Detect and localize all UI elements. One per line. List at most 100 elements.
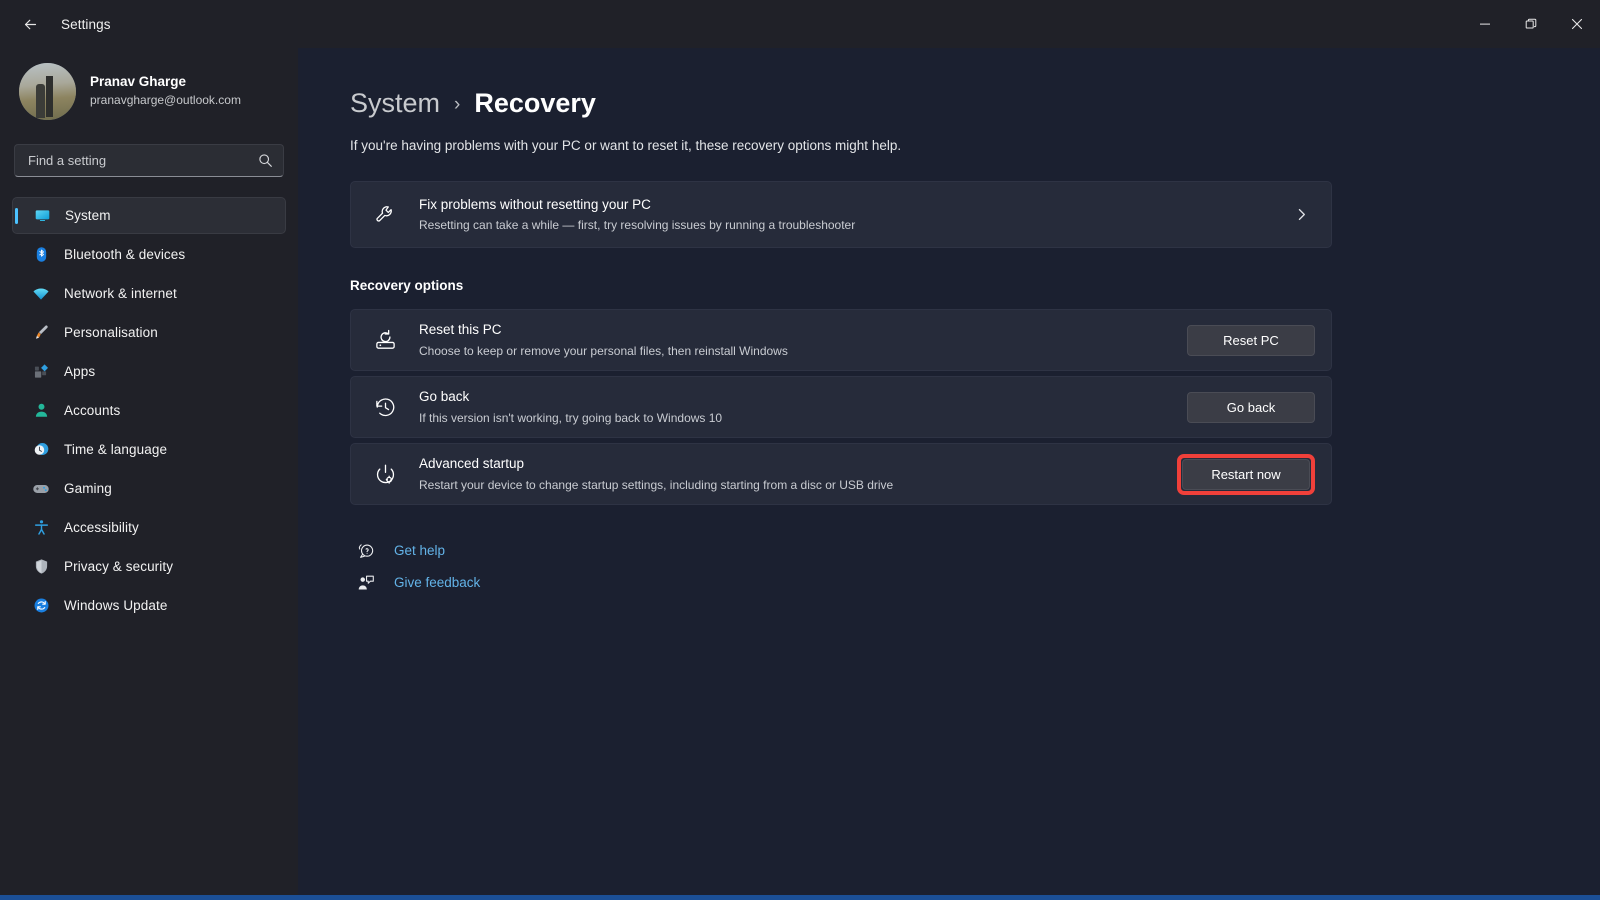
option-row-go-back: Go back If this version isn't working, t… bbox=[350, 376, 1332, 438]
wifi-icon bbox=[32, 285, 50, 303]
settings-window: Settings Pranav Gharge pranavgharge@outl… bbox=[0, 0, 1600, 900]
search-box[interactable] bbox=[14, 144, 284, 177]
apps-icon bbox=[32, 363, 50, 381]
wrench-icon bbox=[373, 203, 397, 227]
sidebar-item-network-internet[interactable]: Network & internet bbox=[12, 275, 286, 312]
fix-problems-card[interactable]: Fix problems without resetting your PC R… bbox=[350, 181, 1332, 248]
breadcrumb-root[interactable]: System bbox=[350, 90, 440, 117]
go-back-button[interactable]: Go back bbox=[1187, 391, 1315, 423]
power-icon bbox=[373, 462, 397, 486]
bottom-accent-strip bbox=[0, 895, 1600, 900]
sidebar-item-personalisation[interactable]: Personalisation bbox=[12, 314, 286, 351]
sidebar-item-label: Accounts bbox=[64, 403, 121, 418]
page-title: Recovery bbox=[474, 88, 596, 118]
help-icon bbox=[356, 541, 375, 560]
history-icon bbox=[373, 395, 397, 419]
sidebar-item-apps[interactable]: Apps bbox=[12, 353, 286, 390]
paintbrush-icon bbox=[32, 324, 50, 342]
restart-now-highlight: Restart now bbox=[1177, 453, 1315, 495]
fix-problems-text: Fix problems without resetting your PC R… bbox=[419, 195, 1294, 235]
restore-icon bbox=[1525, 18, 1537, 29]
sidebar-item-label: Accessibility bbox=[64, 520, 139, 535]
account-email: pranavgharge@outlook.com bbox=[90, 93, 241, 108]
close-icon bbox=[1571, 18, 1583, 30]
window-body: Pranav Gharge pranavgharge@outlook.com F… bbox=[0, 48, 1600, 900]
close-button[interactable] bbox=[1554, 0, 1600, 48]
sidebar-item-label: Network & internet bbox=[64, 286, 177, 301]
sidebar-item-bluetooth-devices[interactable]: Bluetooth & devices bbox=[12, 236, 286, 273]
fix-problems-title: Fix problems without resetting your PC bbox=[419, 196, 651, 212]
restart-now-button[interactable]: Restart now bbox=[1182, 458, 1310, 490]
sidebar-item-label: Gaming bbox=[64, 481, 112, 496]
option-text: Advanced startup Restart your device to … bbox=[419, 454, 1177, 494]
avatar-image-person bbox=[36, 84, 45, 119]
footer-links: Get help Give feedback bbox=[350, 541, 1332, 592]
title-bar: Settings bbox=[0, 0, 1600, 48]
sidebar-item-gaming[interactable]: Gaming bbox=[12, 470, 286, 507]
shield-icon bbox=[32, 558, 50, 576]
recovery-options-list: Reset this PC Choose to keep or remove y… bbox=[350, 309, 1332, 505]
reset-pc-button[interactable]: Reset PC bbox=[1187, 324, 1315, 356]
avatar-image-pole bbox=[45, 76, 53, 118]
sidebar-item-label: Time & language bbox=[64, 442, 168, 457]
sidebar-item-label: Privacy & security bbox=[64, 559, 174, 574]
accessibility-icon bbox=[32, 519, 50, 537]
recovery-options-heading: Recovery options bbox=[350, 278, 464, 293]
sidebar: Pranav Gharge pranavgharge@outlook.com F… bbox=[0, 48, 298, 900]
search-icon bbox=[258, 153, 273, 168]
option-subtitle: If this version isn't working, try going… bbox=[419, 410, 723, 425]
breadcrumb: System › Recovery bbox=[350, 90, 1600, 117]
minimize-icon bbox=[1480, 23, 1490, 25]
link-label: Give feedback bbox=[394, 575, 481, 590]
avatar bbox=[19, 62, 76, 120]
reset-pc-button-wrap: Reset PC bbox=[1187, 324, 1315, 356]
arrow-left-icon bbox=[24, 19, 36, 29]
give-feedback-link[interactable]: Give feedback bbox=[350, 573, 1332, 592]
reset-pc-icon bbox=[373, 328, 397, 352]
option-subtitle: Choose to keep or remove your personal f… bbox=[419, 343, 788, 358]
sidebar-item-label: Personalisation bbox=[64, 325, 158, 340]
fix-problems-subtitle: Resetting can take a while — first, try … bbox=[419, 218, 856, 233]
sidebar-item-system[interactable]: System bbox=[12, 197, 286, 234]
content-column: Fix problems without resetting your PC R… bbox=[350, 181, 1332, 592]
page-description: If you're having problems with your PC o… bbox=[350, 138, 902, 153]
go-back-button-wrap: Go back bbox=[1187, 391, 1315, 423]
sidebar-item-label: Apps bbox=[64, 364, 96, 379]
sidebar-item-accounts[interactable]: Accounts bbox=[12, 392, 286, 429]
option-text: Go back If this version isn't working, t… bbox=[419, 387, 1187, 427]
search-input[interactable] bbox=[28, 153, 258, 168]
option-title: Reset this PC bbox=[419, 322, 502, 338]
account-name: Pranav Gharge bbox=[90, 73, 187, 89]
link-label: Get help bbox=[394, 543, 446, 558]
option-text: Reset this PC Choose to keep or remove y… bbox=[419, 320, 1187, 360]
back-button[interactable] bbox=[13, 7, 47, 41]
account-text: Pranav Gharge pranavgharge@outlook.com bbox=[90, 73, 241, 109]
sidebar-nav: System Bluetooth & devices Network & int… bbox=[12, 197, 286, 624]
sidebar-item-windows-update[interactable]: Windows Update bbox=[12, 587, 286, 624]
person-icon bbox=[32, 402, 50, 420]
get-help-link[interactable]: Get help bbox=[350, 541, 1332, 560]
option-title: Go back bbox=[419, 389, 470, 405]
monitor-icon bbox=[33, 207, 51, 225]
clock-icon bbox=[32, 441, 50, 459]
sidebar-item-label: Windows Update bbox=[64, 598, 168, 613]
chevron-right-icon[interactable] bbox=[1294, 207, 1315, 222]
update-icon bbox=[32, 597, 50, 615]
option-subtitle: Restart your device to change startup se… bbox=[419, 477, 894, 492]
bluetooth-icon bbox=[32, 246, 50, 264]
feedback-icon bbox=[356, 573, 375, 592]
sidebar-item-label: System bbox=[65, 208, 111, 223]
sidebar-item-time-language[interactable]: Time & language bbox=[12, 431, 286, 468]
sidebar-item-accessibility[interactable]: Accessibility bbox=[12, 509, 286, 546]
gamepad-icon bbox=[32, 480, 50, 498]
sidebar-item-label: Bluetooth & devices bbox=[64, 247, 186, 262]
option-row-reset-this-pc: Reset this PC Choose to keep or remove y… bbox=[350, 309, 1332, 371]
breadcrumb-separator: › bbox=[454, 94, 461, 115]
minimize-button[interactable] bbox=[1462, 0, 1508, 48]
main-content: System › Recovery If you're having probl… bbox=[298, 48, 1600, 900]
option-row-advanced-startup: Advanced startup Restart your device to … bbox=[350, 443, 1332, 505]
account-block[interactable]: Pranav Gharge pranavgharge@outlook.com bbox=[12, 48, 286, 126]
sidebar-item-privacy-security[interactable]: Privacy & security bbox=[12, 548, 286, 585]
option-title: Advanced startup bbox=[419, 456, 525, 472]
maximize-button[interactable] bbox=[1508, 0, 1554, 48]
